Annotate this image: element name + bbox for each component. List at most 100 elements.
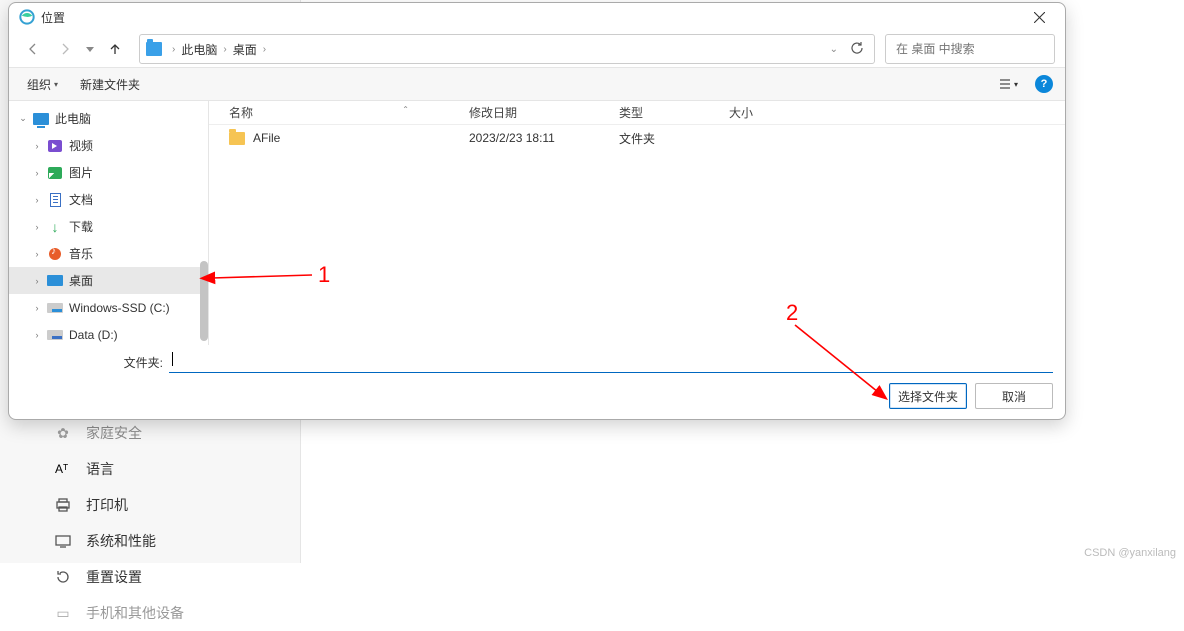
row-name: AFile	[253, 131, 469, 145]
forward-button[interactable]	[51, 35, 79, 63]
settings-item-label: 系统和性能	[86, 531, 156, 551]
folder-field-label: 文件夹:	[21, 354, 169, 371]
cancel-button[interactable]: 取消	[975, 383, 1053, 409]
settings-item-system[interactable]: 系统和性能	[30, 523, 290, 559]
row-type: 文件夹	[619, 130, 729, 147]
folder-picker-dialog: 位置 › 此电脑 › 桌面 › ⌄	[8, 2, 1066, 420]
location-icon	[146, 42, 162, 56]
toolbar: 组织 ▾ 新建文件夹 ▾ ?	[9, 67, 1065, 101]
expand-icon[interactable]: ›	[31, 141, 43, 151]
tree-label: 视频	[69, 137, 93, 154]
dialog-title: 位置	[41, 9, 65, 26]
edge-icon	[19, 9, 35, 25]
search-input[interactable]	[894, 41, 1053, 57]
language-icon: Aᵀ	[54, 460, 72, 478]
expand-icon[interactable]: ›	[31, 168, 43, 178]
settings-item-label: 打印机	[86, 495, 128, 515]
expand-icon[interactable]: ›	[31, 330, 43, 340]
up-button[interactable]	[101, 35, 129, 63]
settings-item-reset[interactable]: 重置设置	[30, 559, 290, 595]
drive-icon	[47, 328, 63, 342]
tree-label: 文档	[69, 191, 93, 208]
view-options-button[interactable]: ▾	[993, 74, 1023, 94]
breadcrumb-seg[interactable]: 桌面	[231, 41, 259, 58]
chevron-right-icon: ›	[168, 44, 179, 55]
new-folder-button[interactable]: 新建文件夹	[74, 72, 146, 97]
tree-label: 此电脑	[55, 110, 91, 127]
chevron-right-icon: ›	[219, 44, 230, 55]
expand-icon[interactable]: ›	[31, 195, 43, 205]
desktop-icon	[47, 274, 63, 288]
organize-menu[interactable]: 组织 ▾	[21, 72, 64, 97]
sort-indicator-icon: ⌃	[402, 105, 409, 114]
recent-dropdown[interactable]	[83, 35, 97, 63]
expand-icon[interactable]: ›	[31, 303, 43, 313]
settings-item-printers[interactable]: 打印机	[30, 487, 290, 523]
tree-label: 图片	[69, 164, 93, 181]
collapse-icon[interactable]: ⌄	[17, 113, 29, 124]
tree-music[interactable]: › 音乐	[9, 240, 208, 267]
dialog-body: ⌄ 此电脑 › 视频 › 图片 › 文档	[9, 101, 1065, 345]
address-bar[interactable]: › 此电脑 › 桌面 › ⌄	[139, 34, 875, 64]
tree-label: Data (D:)	[69, 328, 118, 342]
tree-label: Windows-SSD (C:)	[69, 301, 170, 315]
chevron-right-icon: ›	[259, 44, 270, 55]
list-item[interactable]: AFile 2023/2/23 18:11 文件夹	[209, 125, 1065, 151]
new-folder-label: 新建文件夹	[80, 76, 140, 93]
tree-label: 下载	[69, 218, 93, 235]
settings-sidebar: ✿ 家庭安全 Aᵀ 语言 打印机 系统和性能 重置设置	[30, 420, 290, 631]
search-box[interactable]	[885, 34, 1055, 64]
tree-label: 桌面	[69, 272, 93, 289]
help-button[interactable]: ?	[1035, 75, 1053, 93]
folder-icon	[229, 132, 245, 145]
col-size[interactable]: 大小	[729, 104, 809, 121]
phone-icon: ▭	[54, 604, 72, 622]
downloads-icon: ↓	[47, 220, 63, 234]
settings-item-phone[interactable]: ▭ 手机和其他设备	[30, 595, 290, 631]
folder-name-input[interactable]	[169, 351, 1053, 373]
tree-scrollbar[interactable]	[200, 261, 208, 341]
close-button[interactable]	[1019, 3, 1059, 31]
tree-this-pc[interactable]: ⌄ 此电脑	[9, 105, 208, 132]
settings-item-label: 重置设置	[86, 567, 142, 587]
svg-text:Aᵀ: Aᵀ	[55, 462, 68, 476]
breadcrumb-seg[interactable]: 此电脑	[179, 41, 219, 58]
col-date[interactable]: 修改日期	[469, 104, 619, 121]
col-name[interactable]: 名称⌃	[229, 104, 469, 121]
tree-documents[interactable]: › 文档	[9, 186, 208, 213]
organize-label: 组织	[27, 76, 51, 93]
chevron-down-icon: ▾	[54, 80, 58, 89]
back-button[interactable]	[19, 35, 47, 63]
col-type[interactable]: 类型	[619, 104, 729, 121]
expand-icon[interactable]: ›	[31, 249, 43, 259]
settings-item-family[interactable]: ✿ 家庭安全	[30, 415, 290, 451]
settings-item-language[interactable]: Aᵀ 语言	[30, 451, 290, 487]
pictures-icon	[47, 166, 63, 180]
select-folder-button[interactable]: 选择文件夹	[889, 383, 967, 409]
dialog-footer: 文件夹: 选择文件夹 取消	[9, 345, 1065, 419]
expand-icon[interactable]: ›	[31, 222, 43, 232]
list-empty-area[interactable]	[209, 151, 1065, 345]
tree-videos[interactable]: › 视频	[9, 132, 208, 159]
watermark: CSDN @yanxilang	[1084, 547, 1176, 559]
nav-tree: ⌄ 此电脑 › 视频 › 图片 › 文档	[9, 101, 209, 345]
tree-downloads[interactable]: › ↓ 下载	[9, 213, 208, 240]
nav-row: › 此电脑 › 桌面 › ⌄	[9, 31, 1065, 67]
tree-desktop[interactable]: › 桌面	[9, 267, 208, 294]
tree-pictures[interactable]: › 图片	[9, 159, 208, 186]
list-header: 名称⌃ 修改日期 类型 大小	[209, 101, 1065, 125]
tree-label: 音乐	[69, 245, 93, 262]
titlebar: 位置	[9, 3, 1065, 31]
music-icon	[47, 247, 63, 261]
settings-item-label: 手机和其他设备	[86, 603, 184, 623]
printer-icon	[54, 496, 72, 514]
tree-drive-c[interactable]: › Windows-SSD (C:)	[9, 294, 208, 321]
file-list: 名称⌃ 修改日期 类型 大小 AFile 2023/2/23 18:11 文件夹	[209, 101, 1065, 345]
family-icon: ✿	[54, 424, 72, 442]
expand-icon[interactable]: ›	[31, 276, 43, 286]
tree-drive-d[interactable]: › Data (D:)	[9, 321, 208, 345]
reset-icon	[54, 568, 72, 586]
address-dropdown-icon[interactable]: ⌄	[822, 44, 846, 55]
pc-icon	[33, 112, 49, 126]
refresh-button[interactable]	[846, 41, 868, 58]
